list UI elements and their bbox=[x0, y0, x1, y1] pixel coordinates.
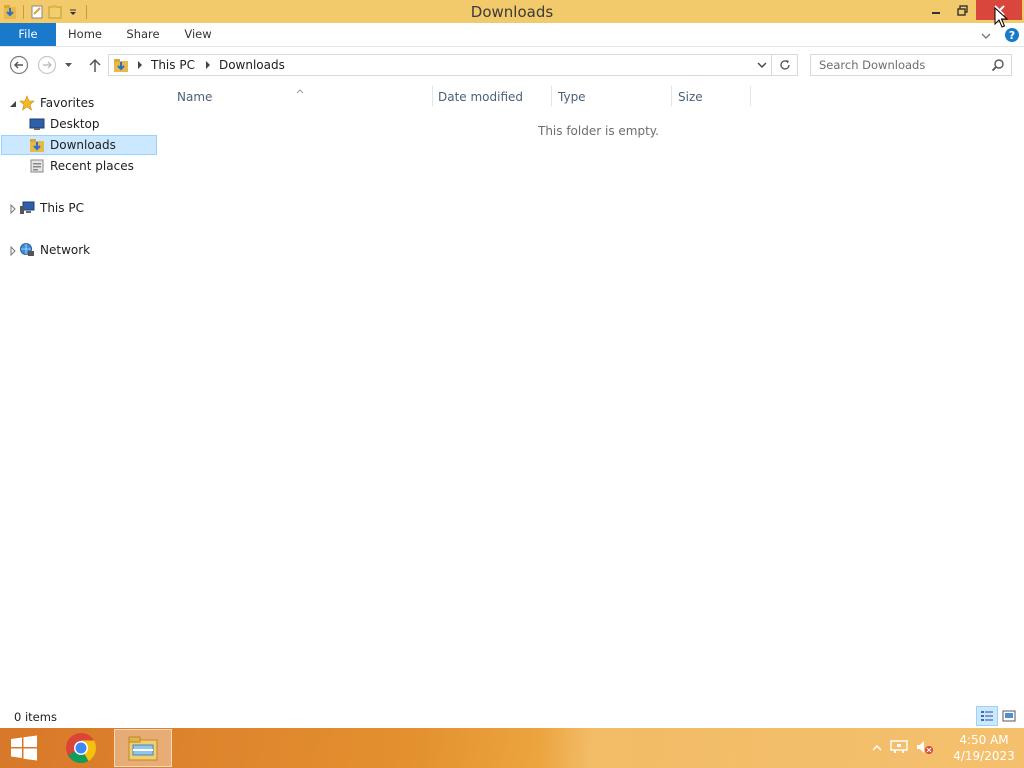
breadcrumb-this-pc[interactable]: This PC bbox=[151, 58, 195, 72]
show-hidden-icons-chevron-icon[interactable] bbox=[872, 741, 882, 755]
up-button[interactable] bbox=[84, 54, 106, 76]
column-divider[interactable] bbox=[432, 86, 433, 106]
empty-folder-message: This folder is empty. bbox=[538, 124, 659, 138]
column-divider[interactable] bbox=[551, 86, 552, 106]
recent-places-icon bbox=[28, 158, 46, 174]
tree-item-desktop[interactable]: Desktop bbox=[28, 114, 100, 134]
navigation-bar: This PC Downloads bbox=[0, 48, 1024, 82]
address-history-chevron-icon[interactable] bbox=[753, 55, 771, 75]
address-bar[interactable]: This PC Downloads bbox=[108, 54, 772, 76]
start-button[interactable] bbox=[0, 728, 48, 768]
volume-muted-icon[interactable] bbox=[916, 739, 934, 758]
tree-item-label: Favorites bbox=[40, 96, 95, 110]
tab-home[interactable]: Home bbox=[62, 23, 108, 46]
svg-text:?: ? bbox=[1009, 29, 1015, 42]
tab-share[interactable]: Share bbox=[120, 23, 166, 46]
search-icon[interactable] bbox=[991, 58, 1005, 75]
collapse-arrow-icon[interactable] bbox=[8, 99, 18, 109]
large-icons-view-button[interactable] bbox=[998, 706, 1020, 726]
network-status-icon[interactable] bbox=[890, 739, 908, 758]
tree-item-label: Network bbox=[40, 243, 91, 257]
file-explorer-icon bbox=[128, 736, 158, 761]
chrome-icon bbox=[66, 733, 97, 764]
tree-item-label: Downloads bbox=[50, 138, 116, 152]
window-title: Downloads bbox=[470, 3, 554, 21]
column-header-size[interactable]: Size bbox=[678, 88, 748, 106]
tree-item-downloads[interactable]: Downloads bbox=[1, 135, 157, 155]
downloads-folder-icon bbox=[113, 57, 131, 73]
tab-file[interactable]: File bbox=[0, 23, 56, 46]
system-tray bbox=[872, 728, 934, 768]
column-divider[interactable] bbox=[750, 86, 751, 106]
details-view-button[interactable] bbox=[976, 706, 998, 726]
breadcrumb-separator-icon[interactable] bbox=[205, 58, 211, 72]
tree-item-label: This PC bbox=[40, 201, 84, 215]
tree-item-label: Desktop bbox=[50, 117, 100, 131]
desktop-icon bbox=[28, 116, 46, 132]
expand-arrow-icon[interactable] bbox=[8, 204, 18, 214]
tree-item-recent-places[interactable]: Recent places bbox=[28, 156, 134, 176]
search-input[interactable] bbox=[819, 58, 989, 72]
ribbon-tabs: File Home Share View ? bbox=[0, 23, 1024, 47]
expand-arrow-icon[interactable] bbox=[8, 246, 18, 256]
navigation-pane: Favorites Desktop Downloads Recent place… bbox=[0, 84, 158, 704]
breadcrumb-downloads[interactable]: Downloads bbox=[219, 58, 285, 72]
minimize-button[interactable] bbox=[923, 0, 949, 20]
clock-time: 4:50 AM bbox=[959, 733, 1009, 747]
column-header-name[interactable]: Name bbox=[177, 88, 427, 106]
downloads-folder-icon bbox=[28, 137, 46, 153]
search-box[interactable] bbox=[810, 54, 1012, 76]
restore-button[interactable] bbox=[949, 0, 975, 20]
clock[interactable]: 4:50 AM 4/19/2023 bbox=[946, 732, 1022, 764]
item-count: 0 items bbox=[14, 710, 57, 724]
tree-item-network[interactable]: Network bbox=[18, 240, 90, 260]
clock-date: 4/19/2023 bbox=[953, 749, 1015, 763]
star-icon bbox=[18, 95, 36, 111]
mouse-cursor-icon bbox=[994, 6, 1009, 32]
refresh-button[interactable] bbox=[772, 54, 798, 76]
back-button[interactable] bbox=[8, 54, 30, 76]
column-header-type[interactable]: Type bbox=[558, 88, 668, 106]
taskbar-chrome-button[interactable] bbox=[52, 729, 110, 767]
title-bar: Downloads bbox=[0, 0, 1024, 23]
tree-item-favorites[interactable]: Favorites bbox=[18, 93, 94, 113]
column-divider[interactable] bbox=[671, 86, 672, 106]
windows-logo-icon bbox=[11, 735, 37, 761]
network-icon bbox=[18, 242, 36, 258]
tree-item-label: Recent places bbox=[50, 159, 134, 173]
breadcrumb-separator-icon[interactable] bbox=[137, 58, 143, 72]
recent-locations-chevron-icon[interactable] bbox=[61, 54, 75, 76]
tab-view[interactable]: View bbox=[177, 23, 219, 46]
taskbar-file-explorer-button[interactable] bbox=[114, 729, 172, 767]
expand-ribbon-chevron-icon[interactable] bbox=[980, 30, 992, 44]
computer-icon bbox=[18, 200, 36, 216]
status-bar: 0 items bbox=[0, 706, 1024, 728]
forward-button[interactable] bbox=[36, 54, 58, 76]
taskbar: 4:50 AM 4/19/2023 bbox=[0, 728, 1024, 768]
tree-item-this-pc[interactable]: This PC bbox=[18, 198, 84, 218]
column-header-date-modified[interactable]: Date modified bbox=[438, 88, 548, 106]
